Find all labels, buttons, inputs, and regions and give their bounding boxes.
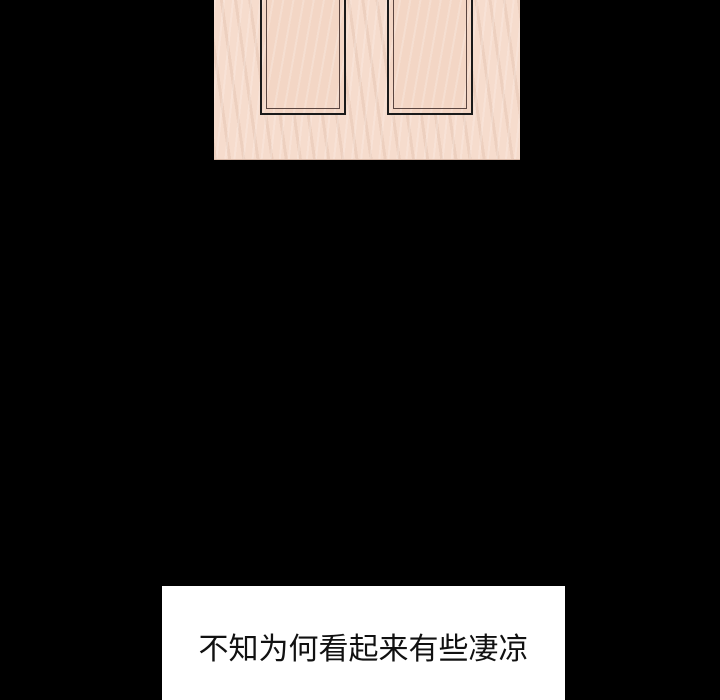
door-panel-left xyxy=(260,0,346,115)
caption-text: 不知为何看起来有些凄凉 xyxy=(198,632,529,667)
wooden-door-illustration xyxy=(214,0,520,160)
door-panel-right xyxy=(387,0,473,115)
comic-panel: 不知为何看起来有些凄凉 xyxy=(0,0,720,700)
caption-box: 不知为何看起来有些凄凉 xyxy=(162,586,565,700)
